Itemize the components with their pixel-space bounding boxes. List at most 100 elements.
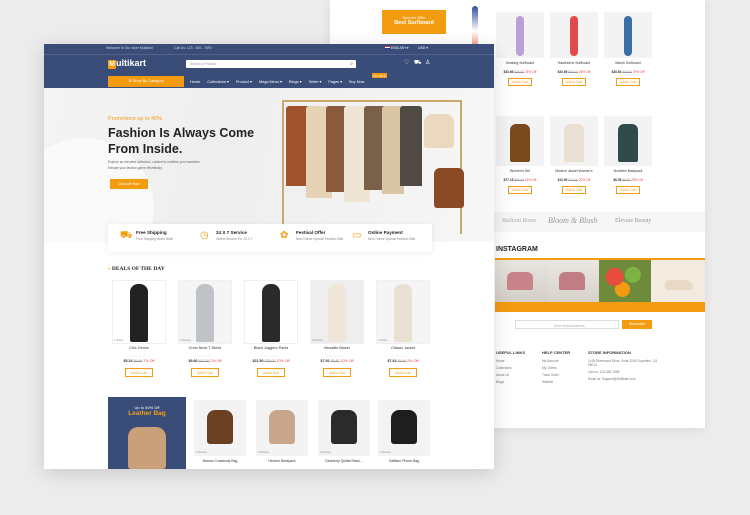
stock-badge: 1 Pieces — [380, 450, 391, 454]
service-title: Festival Offer — [296, 230, 326, 235]
instagram-photo-chair-2[interactable] — [547, 260, 599, 302]
price-current: $9.80 — [188, 359, 198, 363]
footer-link-orders[interactable]: My Orders — [542, 366, 570, 370]
footer-link-about[interactable]: About Us — [496, 373, 525, 377]
price-old: $17.00 — [568, 178, 579, 182]
add-to-cart-button[interactable]: Add to Cart — [191, 368, 219, 377]
price-current: $7.92 — [320, 359, 330, 363]
back-product-card[interactable]: Seabing Surfboard $33.66 $45.00 25% Off Ad… — [496, 12, 544, 90]
footer-useful-links: USEFUL LINKS Home Collections About Us B… — [496, 350, 525, 384]
product-name: Dewberry Quilted Back... — [325, 459, 363, 463]
nav-blogs[interactable]: Blogs ▾ — [289, 80, 301, 84]
add-to-cart-button[interactable]: Add to Cart — [125, 368, 153, 377]
footer-link-blogs[interactable]: Blogs — [496, 380, 525, 384]
footer-phone: Call us: 123-456-7898 — [588, 370, 620, 374]
price-discount: 25% Off — [524, 70, 537, 74]
topbar-welcome: Welcome to Our store Multikart — [106, 46, 153, 50]
promo-big-text: Best Surfboard — [394, 20, 434, 26]
nav-seller-label: Seller — [308, 80, 319, 84]
brand-elevate-beauty[interactable]: Elevate Beauty — [615, 218, 651, 224]
instagram-photo-sneakers[interactable] — [651, 260, 705, 302]
price-old: $10.36 — [198, 359, 210, 363]
nav-product[interactable]: Product ▾ — [236, 80, 252, 84]
back-product-card[interactable]: Women's Set $77.18 $93.00 15% Off Add to C… — [496, 116, 544, 198]
nav-seller[interactable]: Seller ▾ — [309, 80, 322, 84]
bag-shape — [269, 410, 295, 444]
footer-link-wishlist[interactable]: Wishlist — [542, 380, 570, 384]
deal-product-card[interactable]: 1 Piece ☆☆☆☆☆ Chic Denim $5.24 $6.86 7% Off… — [112, 280, 166, 382]
footer-link-account[interactable]: My Account — [542, 359, 570, 363]
nav-mega-menu-label: Mega Menu — [258, 80, 279, 84]
deal-product-card[interactable]: 1 Piece ☆☆☆☆☆ Classic Jacket $7.64 $8.40 5%… — [376, 280, 430, 382]
deal-product-card[interactable]: 1 Pieces ☆☆☆☆☆ Crew Neck T-Shirts $9.80 $10… — [178, 280, 232, 382]
product-name: Barrow Crossbody Bag — [202, 459, 238, 463]
card-icon: ▭ — [352, 230, 362, 241]
bag-product-card[interactable]: 1 Pieces Heaven Backpack — [256, 400, 308, 468]
add-to-cart-button[interactable]: Add to Cart — [257, 368, 285, 377]
brand-radiant-roses[interactable]: Radiant Roses — [502, 218, 537, 224]
bag-product-card[interactable]: 1 Pieces Barrow Crossbody Bag — [194, 400, 246, 468]
price-old: $25.00 — [264, 359, 276, 363]
wishlist-icon[interactable]: ♡ — [404, 59, 409, 66]
deals-title-text: DEALS OF THE DAY — [111, 266, 165, 272]
rating-stars: ☆☆☆☆☆ — [392, 354, 410, 358]
nav-buy-now[interactable]: Buy Now — [349, 80, 364, 84]
surfboard-promo-banner[interactable]: Special Offer Best Surfboard — [382, 10, 446, 34]
add-to-cart-button[interactable]: Add to Cart — [508, 78, 532, 86]
brand-bloom-blush[interactable]: Bloom & Blush — [548, 216, 597, 225]
product-shape — [510, 124, 530, 162]
nav-mega-menu[interactable]: Mega Menu ▾ — [259, 80, 282, 84]
main-nav: Home Collections ▾ Product ▾ Mega Menu ▾… — [190, 79, 364, 84]
add-to-cart-button[interactable]: Add to Cart — [616, 186, 640, 194]
hero-discover-button[interactable]: Discover Now — [110, 179, 148, 189]
instagram-photo-chair-1[interactable] — [495, 260, 547, 302]
leather-bag-banner[interactable]: Up to 50% Off Leather Bag — [108, 397, 186, 469]
product-name: Versatile Blazer — [323, 346, 351, 350]
instagram-photo-vegetables[interactable] — [599, 260, 651, 302]
product-price: $9.80 $10.36 2% Off — [178, 359, 232, 363]
add-to-cart-button[interactable]: Add to Cart — [508, 186, 532, 194]
footer-link-home[interactable]: Home — [496, 359, 525, 363]
deal-product-card[interactable]: 1 Pieces ☆☆☆☆☆ Versatile Blazer $7.92 $8.80… — [310, 280, 364, 382]
product-name: Chic Denim — [129, 346, 149, 350]
search-input[interactable]: Search a Product ⌕ — [186, 60, 356, 68]
hero-desc-2: Elevate your fashion game effortlessly. — [108, 166, 163, 170]
product-shape — [618, 124, 638, 162]
service-subtitle: Free Shipping World Wide — [136, 237, 174, 241]
newsletter-email-input[interactable]: Enter Email Address — [515, 320, 619, 329]
user-icon[interactable]: ♙ — [425, 59, 430, 66]
site-logo[interactable]: Multikart — [108, 58, 146, 69]
deal-product-card[interactable]: ☆☆☆☆☆ Black Joggers Pants $22.50 $25.00 10… — [244, 280, 298, 382]
product-price: $33.66 $45.00 25% Off — [496, 70, 544, 74]
add-to-cart-button[interactable]: Add to Cart — [562, 186, 586, 194]
nav-pages[interactable]: Pages ▾ — [328, 80, 342, 84]
nav-blogs-label: Blogs — [289, 80, 299, 84]
currency-select[interactable]: USD ▾ — [418, 46, 428, 50]
bag-product-card[interactable]: 1 Pieces Dewberry Quilted Back... — [318, 400, 370, 468]
footer-link-collections[interactable]: Collections — [496, 366, 525, 370]
cart-icon[interactable]: ⛟ — [414, 59, 422, 67]
add-to-cart-button[interactable]: Add to Cart — [616, 78, 640, 86]
footer-link-track[interactable]: Track Order — [542, 373, 570, 377]
model-figure — [130, 284, 148, 342]
add-to-cart-button[interactable]: Add to Cart — [323, 368, 351, 377]
newsletter-subscribe-button[interactable]: Subscribe — [622, 320, 652, 329]
add-to-cart-button[interactable]: Add to Cart — [389, 368, 417, 377]
back-product-card[interactable]: Nordtren Backpack $6.55 $9.00 25% Off Add … — [604, 116, 652, 198]
product-price: $13.00 $17.00 20% Off — [550, 178, 598, 182]
language-select[interactable]: ENGLISH ▾ — [385, 46, 409, 50]
back-product-card[interactable]: Modern Jacket Women's $13.00 $17.00 20% O… — [550, 116, 598, 198]
price-current: $22.50 — [252, 359, 264, 363]
nav-collections[interactable]: Collections ▾ — [207, 80, 229, 84]
nav-home[interactable]: Home — [190, 80, 200, 84]
bag-product-card[interactable]: 1 Pieces Saffiano Phone Bag — [378, 400, 430, 468]
back-product-card[interactable]: Hawthorne Surfboard $33.66 $45.00 25% Off… — [550, 12, 598, 90]
currency-label: USD — [418, 45, 426, 50]
stock-badge: 1 Pieces — [320, 450, 331, 454]
product-name: Modern Jacket Women's — [555, 169, 593, 173]
back-product-card[interactable]: Marsh Surfboard $28.60 $39.00 25% Off Add … — [604, 12, 652, 90]
search-icon[interactable]: ⌕ — [350, 61, 353, 67]
add-to-cart-button[interactable]: Add to Cart — [562, 78, 586, 86]
shop-by-category-button[interactable]: ☰ Shop By Category — [108, 76, 184, 87]
product-price: $77.18 $93.00 15% Off — [496, 178, 544, 182]
